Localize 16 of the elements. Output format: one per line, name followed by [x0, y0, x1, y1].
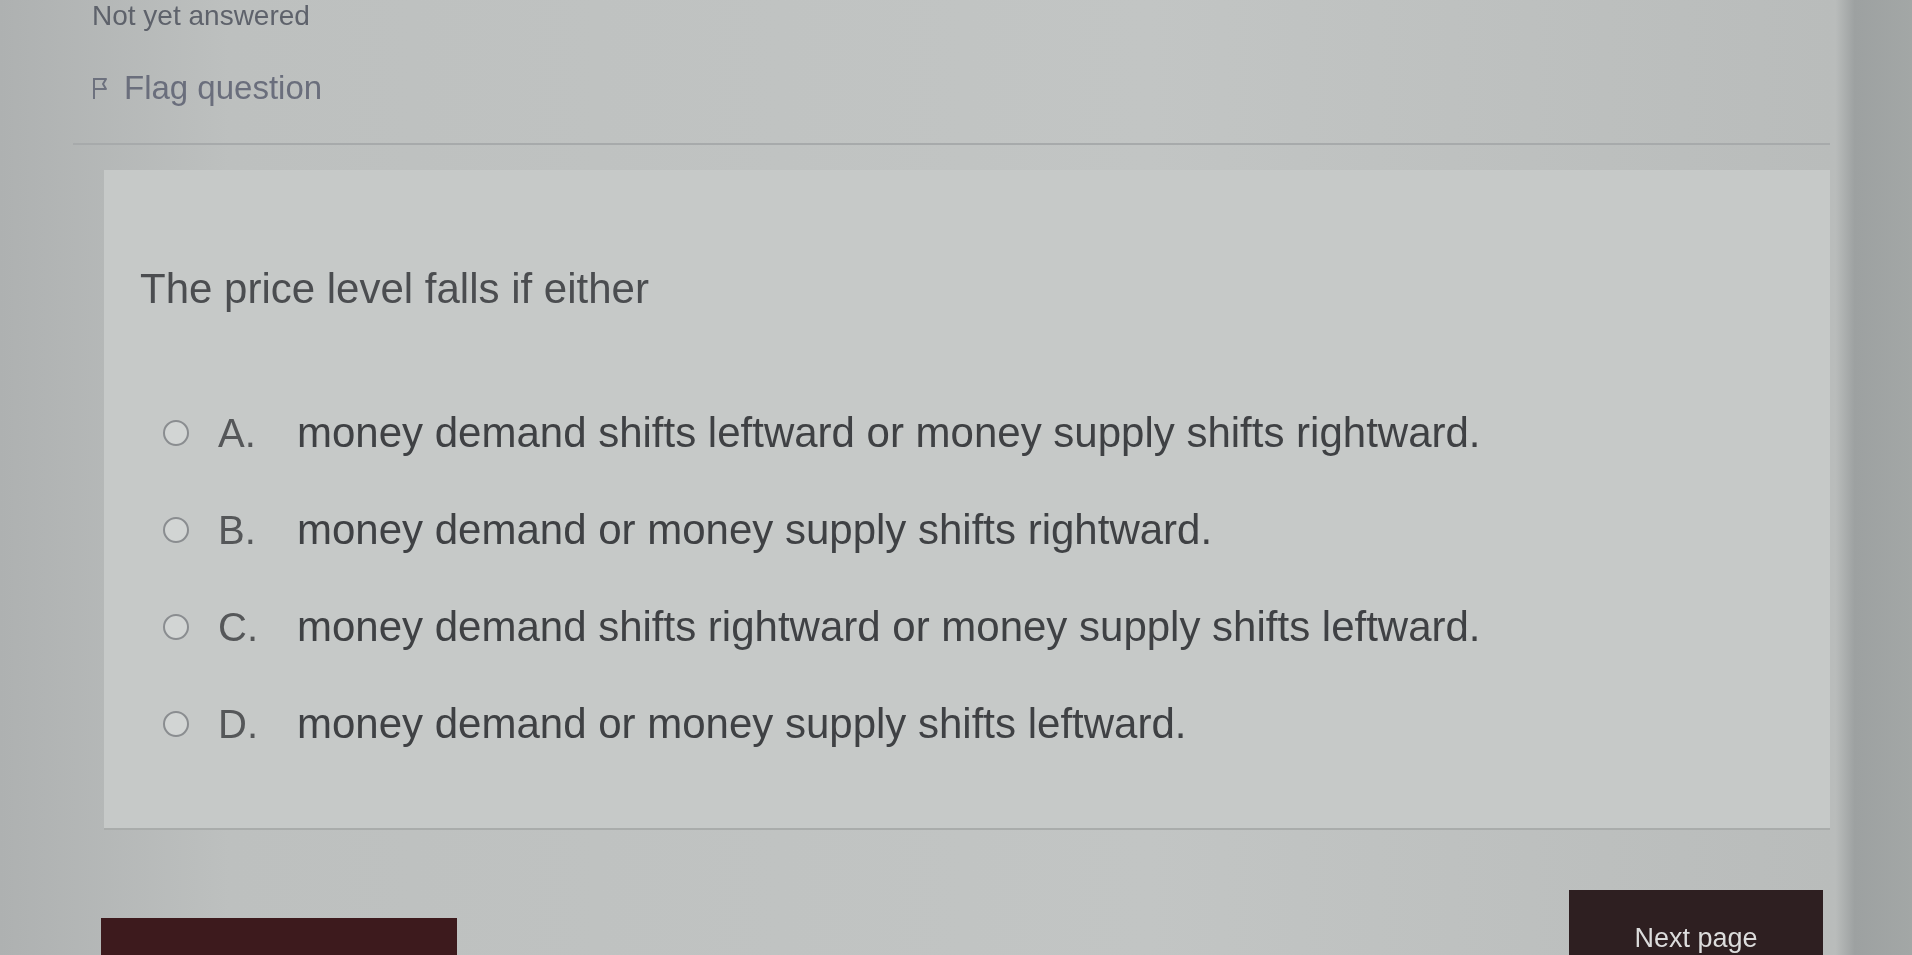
- option-text[interactable]: money demand shifts leftward or money supply shifts rightward.: [297, 408, 1481, 458]
- next-page-button[interactable]: Next page: [1569, 890, 1823, 955]
- option-letter: A.: [218, 410, 257, 457]
- radio-button[interactable]: [163, 420, 189, 446]
- radio-button[interactable]: [163, 711, 189, 737]
- option-letter: D.: [218, 701, 259, 748]
- question-text: The price level falls if either: [140, 264, 649, 314]
- option-letter: C.: [218, 604, 259, 651]
- option-letter: B.: [218, 507, 257, 554]
- radio-button[interactable]: [163, 517, 189, 543]
- status-text: Not yet answered: [92, 0, 310, 32]
- flag-icon: [92, 76, 108, 100]
- option-text[interactable]: money demand or money supply shifts rightward.: [297, 505, 1213, 555]
- option-text[interactable]: money demand shifts rightward or money supply shifts leftward.: [297, 602, 1481, 652]
- option-text[interactable]: money demand or money supply shifts leftward.: [297, 699, 1187, 749]
- radio-button[interactable]: [163, 614, 189, 640]
